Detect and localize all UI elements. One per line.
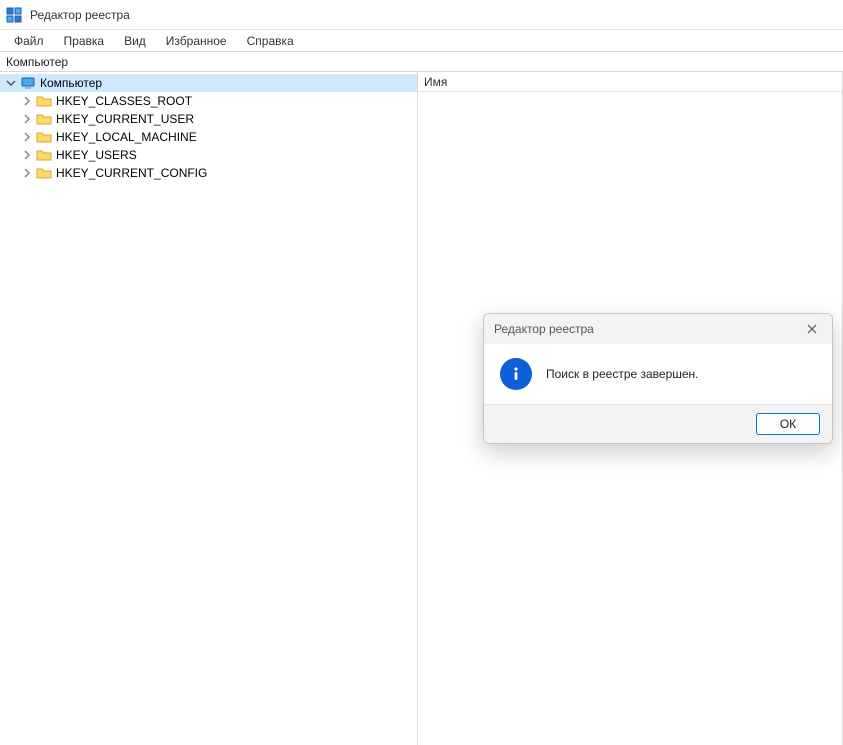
- close-icon: [806, 323, 818, 335]
- tree-hive[interactable]: HKEY_CLASSES_ROOT: [16, 92, 417, 110]
- expander-icon[interactable]: [20, 148, 34, 162]
- dialog-titlebar[interactable]: Редактор реестра: [484, 314, 832, 344]
- tree-node-label: HKEY_CLASSES_ROOT: [56, 94, 192, 108]
- menu-file[interactable]: Файл: [4, 32, 54, 50]
- tree-hive[interactable]: HKEY_CURRENT_USER: [16, 110, 417, 128]
- info-dialog: Редактор реестра Поиск в реестре заверше…: [483, 313, 833, 444]
- tree-hive[interactable]: HKEY_USERS: [16, 146, 417, 164]
- expander-icon[interactable]: [20, 112, 34, 126]
- computer-icon: [20, 75, 36, 91]
- column-name-header: Имя: [424, 75, 447, 89]
- expander-icon[interactable]: [20, 94, 34, 108]
- tree-hive[interactable]: HKEY_LOCAL_MACHINE: [16, 128, 417, 146]
- window-titlebar: Редактор реестра: [0, 0, 843, 30]
- expander-icon[interactable]: [20, 166, 34, 180]
- tree-hive[interactable]: HKEY_CURRENT_CONFIG: [16, 164, 417, 182]
- tree-node-label: Компьютер: [40, 76, 102, 90]
- menu-favorites[interactable]: Избранное: [156, 32, 237, 50]
- expander-icon[interactable]: [4, 76, 18, 90]
- info-icon: [500, 358, 532, 390]
- tree-root-computer[interactable]: Компьютер: [0, 74, 417, 92]
- close-button[interactable]: [802, 319, 822, 339]
- menu-edit[interactable]: Правка: [54, 32, 115, 50]
- menubar: Файл Правка Вид Избранное Справка: [0, 30, 843, 52]
- tree-node-label: HKEY_CURRENT_CONFIG: [56, 166, 207, 180]
- window-title: Редактор реестра: [30, 8, 130, 22]
- folder-icon: [36, 93, 52, 109]
- tree-node-label: HKEY_CURRENT_USER: [56, 112, 194, 126]
- menu-help[interactable]: Справка: [237, 32, 304, 50]
- tree-node-label: HKEY_LOCAL_MACHINE: [56, 130, 197, 144]
- dialog-message: Поиск в реестре завершен.: [546, 367, 699, 381]
- address-path: Компьютер: [6, 55, 68, 69]
- folder-icon: [36, 165, 52, 181]
- list-column-header[interactable]: Имя: [418, 72, 842, 92]
- ok-button[interactable]: ОК: [756, 413, 820, 435]
- tree-children: HKEY_CLASSES_ROOT HKEY_CURRENT_USER HKEY: [0, 92, 417, 182]
- folder-icon: [36, 111, 52, 127]
- expander-icon[interactable]: [20, 130, 34, 144]
- app-icon: [6, 7, 22, 23]
- menu-view[interactable]: Вид: [114, 32, 156, 50]
- dialog-footer: ОК: [484, 404, 832, 443]
- folder-icon: [36, 129, 52, 145]
- tree-pane[interactable]: Компьютер HKEY_CLASSES_ROOT HKEY_CURR: [0, 72, 418, 745]
- folder-icon: [36, 147, 52, 163]
- dialog-body: Поиск в реестре завершен.: [484, 344, 832, 404]
- dialog-title: Редактор реестра: [494, 322, 594, 336]
- address-bar[interactable]: Компьютер: [0, 52, 843, 72]
- tree-node-label: HKEY_USERS: [56, 148, 137, 162]
